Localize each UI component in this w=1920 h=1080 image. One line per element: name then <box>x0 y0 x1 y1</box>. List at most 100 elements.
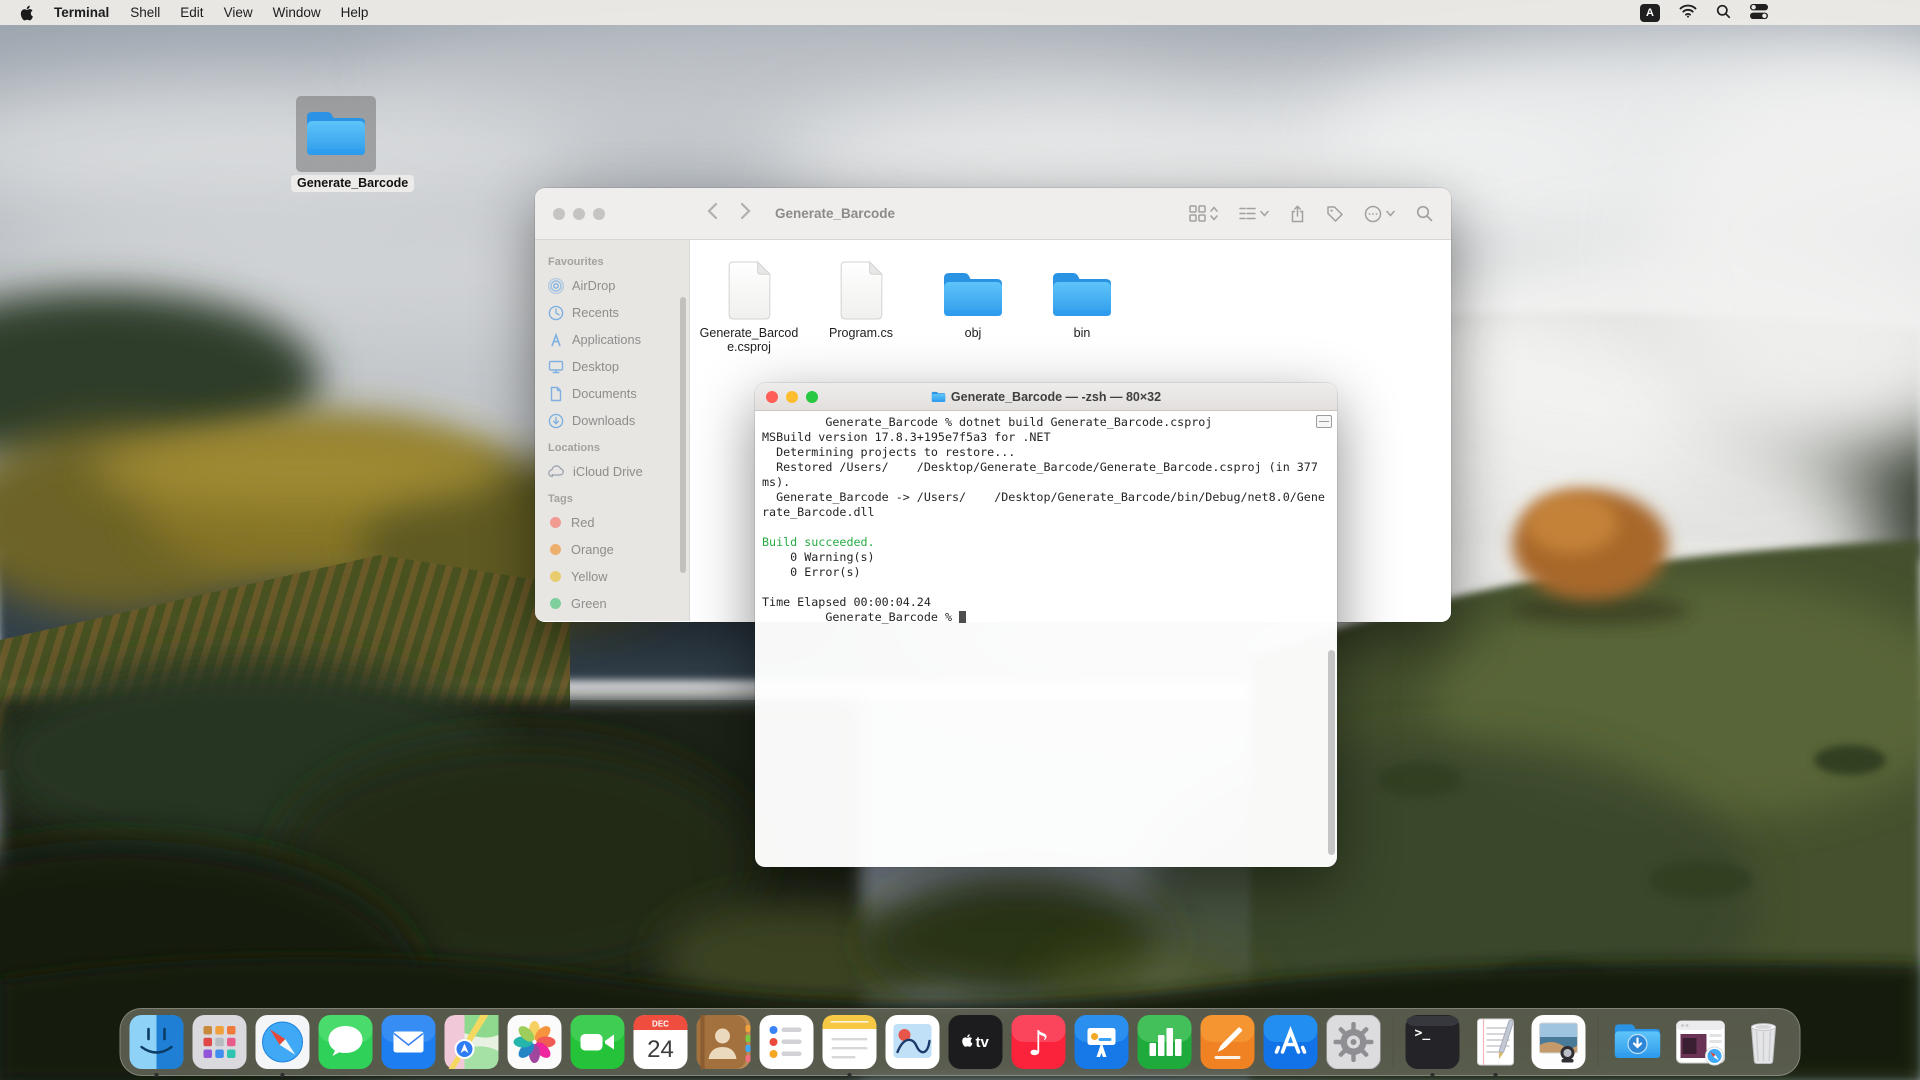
dock: DEC 24 <box>120 1008 1801 1076</box>
zoom-button[interactable] <box>593 208 605 220</box>
sidebar-item-tag-green[interactable]: Green <box>535 590 689 617</box>
icon-view-button[interactable] <box>1189 205 1218 222</box>
dock-pages[interactable] <box>1201 1015 1255 1069</box>
folder-bin[interactable]: bin <box>1030 257 1134 340</box>
dock-freeform[interactable] <box>886 1015 940 1069</box>
desktop: Terminal Shell Edit View Window Help A <box>0 0 1920 1080</box>
terminal-line <box>762 520 1337 535</box>
file-name: bin <box>1030 326 1134 340</box>
zoom-button[interactable] <box>806 391 818 403</box>
sidebar-section-favourites: Favourites <box>535 248 689 272</box>
document-icon <box>809 257 913 321</box>
dock-calendar[interactable]: DEC 24 <box>634 1015 688 1069</box>
terminal-titlebar[interactable]: Generate_Barcode — -zsh — 80×32 <box>755 383 1337 411</box>
dock-mail[interactable] <box>382 1015 436 1069</box>
terminal-line: Generate_Barcode -> /Users/ /Desktop/Gen… <box>762 490 1337 505</box>
menu-shell[interactable]: Shell <box>120 5 170 20</box>
dock-system-settings[interactable] <box>1327 1015 1381 1069</box>
file-generate-barcode-csproj[interactable]: Generate_Barcode.csproj <box>697 257 801 354</box>
terminal-content[interactable]: Generate_Barcode % dotnet build Generate… <box>755 411 1337 867</box>
sidebar-item-airdrop[interactable]: AirDrop <box>535 272 689 299</box>
terminal-window: Generate_Barcode — -zsh — 80×32 Generate… <box>755 383 1337 867</box>
dock-preview[interactable] <box>1532 1015 1586 1069</box>
dock-tv[interactable]: tv <box>949 1015 1003 1069</box>
sidebar-item-icloud-drive[interactable]: iCloud Drive <box>535 458 689 485</box>
close-button[interactable] <box>553 208 565 220</box>
dock-launchpad[interactable] <box>193 1015 247 1069</box>
minimize-button[interactable] <box>786 391 798 403</box>
dock-terminal[interactable]: >_ <box>1406 1015 1460 1069</box>
dock-notes[interactable] <box>823 1015 877 1069</box>
sidebar-scrollbar[interactable] <box>680 297 686 573</box>
menu-terminal[interactable]: Terminal <box>43 5 120 20</box>
wifi-icon[interactable] <box>1679 4 1697 21</box>
dock-reminders[interactable] <box>760 1015 814 1069</box>
tag-red-dot <box>550 517 561 528</box>
terminal-line: rate_Barcode.dll <box>762 505 1337 520</box>
tag-yellow-dot <box>550 571 561 582</box>
file-program-cs[interactable]: Program.cs <box>809 257 913 340</box>
split-pane-button[interactable] <box>1316 415 1332 428</box>
dock-safari[interactable] <box>256 1015 310 1069</box>
more-options-button[interactable] <box>1364 205 1395 223</box>
folder-icon <box>921 257 1025 321</box>
desktop-icon-generate-barcode[interactable]: Generate_Barcode <box>291 96 381 192</box>
apple-menu[interactable] <box>20 5 33 21</box>
dock-messages[interactable] <box>319 1015 373 1069</box>
dock-finder[interactable] <box>130 1015 184 1069</box>
menu-edit[interactable]: Edit <box>170 5 213 20</box>
sidebar-item-downloads[interactable]: Downloads <box>535 407 689 434</box>
terminal-line <box>762 580 1337 595</box>
sidebar-item-tag-red[interactable]: Red <box>535 509 689 536</box>
dock-contacts[interactable] <box>697 1015 751 1069</box>
terminal-line: Determining projects to restore... <box>762 445 1337 460</box>
dock-maps[interactable] <box>445 1015 499 1069</box>
sidebar-label: Recents <box>572 305 619 320</box>
sidebar-label: Green <box>571 596 607 611</box>
dock-minimized-window[interactable] <box>1674 1015 1728 1069</box>
forward-button[interactable] <box>740 202 751 225</box>
dock-textedit[interactable] <box>1469 1015 1523 1069</box>
share-icon[interactable] <box>1290 205 1305 223</box>
input-source-icon[interactable]: A <box>1640 4 1660 22</box>
sidebar-section-locations: Locations <box>535 434 689 458</box>
terminal-scrollbar[interactable] <box>1328 650 1335 855</box>
sidebar-item-recents[interactable]: Recents <box>535 299 689 326</box>
minimize-button[interactable] <box>573 208 585 220</box>
dock-photos[interactable] <box>508 1015 562 1069</box>
dock-keynote[interactable] <box>1075 1015 1129 1069</box>
menu-view[interactable]: View <box>214 5 263 20</box>
menu-window[interactable]: Window <box>263 5 331 20</box>
sidebar-item-tag-yellow[interactable]: Yellow <box>535 563 689 590</box>
sidebar-label: iCloud Drive <box>573 464 643 479</box>
terminal-cursor <box>959 611 966 623</box>
menu-bar: Terminal Shell Edit View Window Help A <box>0 0 1920 25</box>
dock-music[interactable]: ♪ <box>1012 1015 1066 1069</box>
folder-obj[interactable]: obj <box>921 257 1025 340</box>
sidebar-item-tag-orange[interactable]: Orange <box>535 536 689 563</box>
folder-icon <box>296 96 376 172</box>
svg-text:24: 24 <box>647 1036 674 1063</box>
sidebar-label: Documents <box>572 386 637 401</box>
close-button[interactable] <box>766 391 778 403</box>
sidebar-label: Yellow <box>571 569 608 584</box>
sidebar-item-desktop[interactable]: Desktop <box>535 353 689 380</box>
control-center-icon[interactable] <box>1750 4 1768 22</box>
back-button[interactable] <box>707 202 718 225</box>
terminal-line: Restored /Users/ /Desktop/Generate_Barco… <box>762 460 1337 475</box>
dock-app-store[interactable] <box>1264 1015 1318 1069</box>
file-name: Program.cs <box>809 326 913 340</box>
terminal-line: 0 Warning(s) <box>762 550 1337 565</box>
dock-trash[interactable] <box>1737 1015 1791 1069</box>
sidebar-section-tags: Tags <box>535 485 689 509</box>
dock-facetime[interactable] <box>571 1015 625 1069</box>
tag-icon[interactable] <box>1326 205 1343 222</box>
menu-help[interactable]: Help <box>331 5 379 20</box>
dock-downloads-folder[interactable] <box>1611 1015 1665 1069</box>
dock-numbers[interactable] <box>1138 1015 1192 1069</box>
search-icon[interactable] <box>1416 205 1433 222</box>
group-view-button[interactable] <box>1239 205 1269 222</box>
spotlight-search-icon[interactable] <box>1716 4 1731 22</box>
sidebar-item-applications[interactable]: Applications <box>535 326 689 353</box>
sidebar-item-documents[interactable]: Documents <box>535 380 689 407</box>
